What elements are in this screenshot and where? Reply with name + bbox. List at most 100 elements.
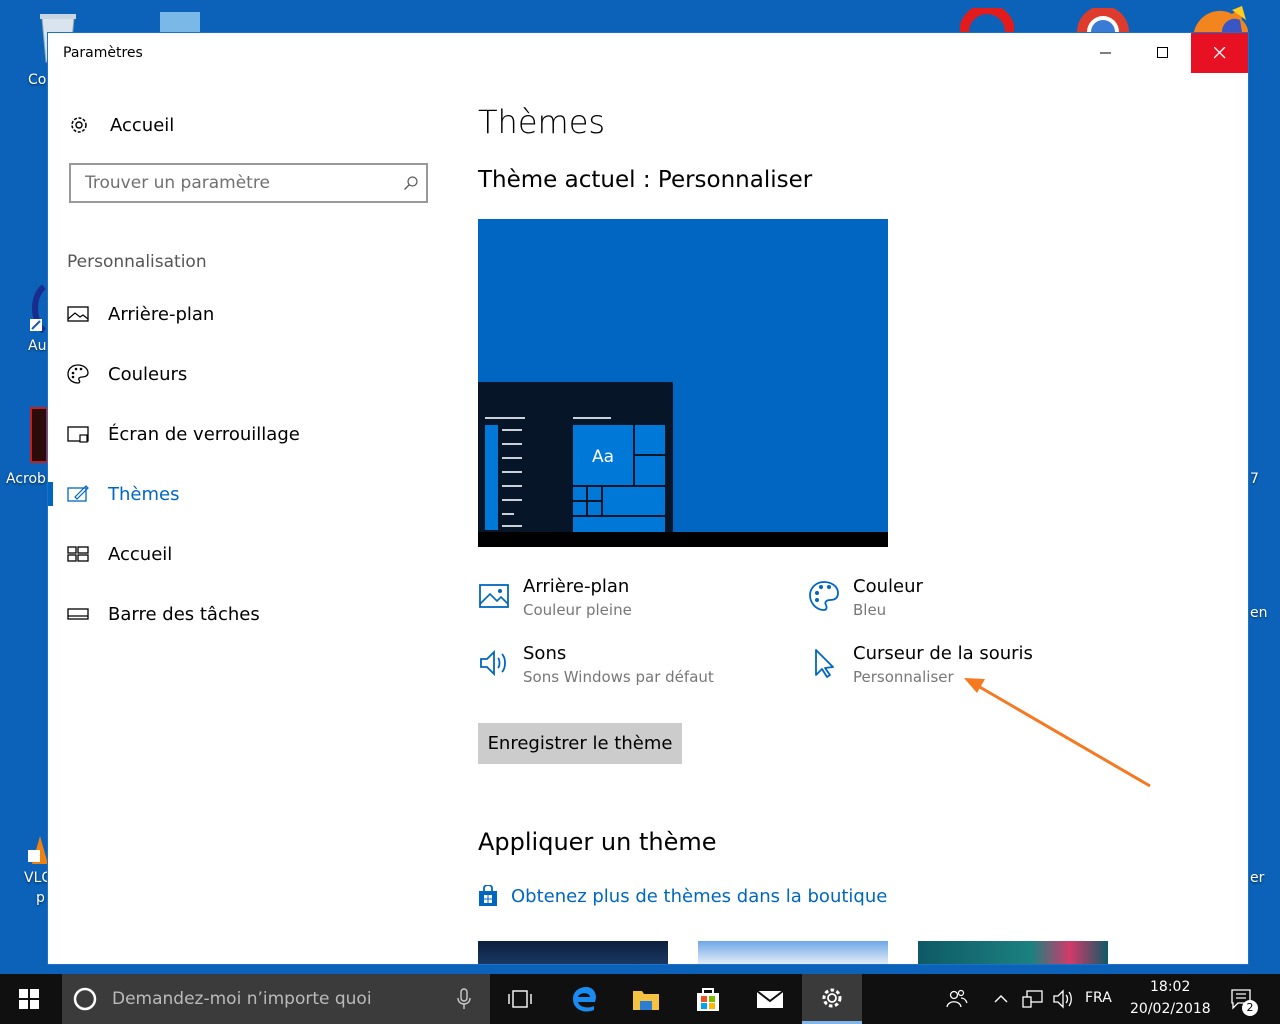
option-couleur[interactable]: Couleur Bleu	[808, 576, 1108, 626]
sidebar-item-ecran-de-verrouillage[interactable]: Écran de verrouillage	[48, 414, 448, 454]
minimize-button[interactable]	[1077, 33, 1134, 73]
chevron-up-icon	[994, 995, 1008, 1003]
store-link-label: Obtenez plus de thèmes dans la boutique	[511, 885, 888, 907]
desktop-label-fragment: Co	[28, 72, 47, 88]
minimize-icon	[1099, 52, 1111, 54]
cortana-icon	[73, 987, 97, 1011]
vlc-icon[interactable]	[28, 836, 48, 866]
palette-icon	[67, 364, 89, 384]
cursor-icon	[815, 649, 834, 678]
theme-thumbnail-3[interactable]	[918, 941, 1108, 964]
speaker-icon	[1053, 989, 1072, 1009]
theme-thumbnail-1[interactable]	[478, 941, 668, 964]
sidebar-item-barre-des-taches[interactable]: Barre des tâches	[48, 594, 448, 634]
page-title: Thèmes	[478, 103, 606, 141]
image-icon	[67, 306, 89, 322]
start-icon	[67, 546, 89, 562]
show-hidden-icons-button[interactable]	[988, 974, 1014, 1024]
lock-screen-icon	[67, 426, 89, 443]
people-button[interactable]	[942, 974, 972, 1024]
close-icon	[1213, 47, 1225, 59]
theme-preview: Aa	[478, 219, 888, 547]
folder-icon[interactable]	[160, 12, 200, 34]
title-bar[interactable]: Paramètres	[48, 33, 1248, 73]
sidebar-item-themes[interactable]: Thèmes	[48, 474, 448, 514]
option-title: Sons	[523, 643, 567, 664]
mail-button[interactable]	[742, 974, 798, 1024]
save-theme-button[interactable]: Enregistrer le thème	[478, 723, 682, 764]
acrobat-icon[interactable]	[30, 407, 48, 463]
maximize-button[interactable]	[1134, 33, 1191, 73]
audio-app-icon[interactable]	[30, 284, 48, 334]
nav-home[interactable]: Accueil	[68, 113, 268, 137]
network-button[interactable]	[1018, 974, 1048, 1024]
preview-start-menu: Aa	[478, 382, 673, 534]
settings-window: Paramètres Accueil Personnalisation Arri…	[47, 32, 1249, 965]
desktop-label-fragment: er	[1250, 870, 1265, 886]
sidebar-item-label: Arrière-plan	[108, 303, 215, 325]
current-theme-heading: Thème actuel : Personnaliser	[478, 167, 813, 193]
people-icon	[946, 989, 968, 1008]
settings-taskbar-button[interactable]	[802, 974, 862, 1024]
network-icon	[1022, 990, 1043, 1008]
option-subtitle: Personnaliser	[853, 668, 954, 686]
edge-button[interactable]	[556, 974, 612, 1024]
gear-icon	[822, 988, 842, 1007]
clock-date[interactable]: 20/02/2018	[1130, 1001, 1211, 1017]
chrome-icon[interactable]	[1075, 6, 1131, 32]
folder-icon	[633, 991, 659, 1010]
sidebar-item-arriere-plan[interactable]: Arrière-plan	[48, 294, 448, 334]
action-center-button[interactable]: 2	[1222, 974, 1262, 1024]
nav-home-label: Accueil	[110, 114, 175, 136]
option-sons[interactable]: Sons Sons Windows par défaut	[478, 643, 778, 693]
store-icon	[479, 885, 497, 906]
store-link[interactable]: Obtenez plus de thèmes dans la boutique	[478, 883, 887, 909]
clock-time[interactable]: 18:02	[1150, 979, 1190, 995]
cortana-search-text: Demandez-moi n’importe quoi	[112, 989, 372, 1009]
edge-icon	[573, 987, 596, 1012]
cortana-search-box[interactable]: Demandez-moi n’importe quoi	[62, 974, 490, 1024]
theme-thumbnail-2[interactable]	[698, 941, 888, 964]
language-indicator[interactable]: FRA	[1085, 990, 1112, 1006]
search-input[interactable]	[71, 165, 396, 201]
preview-sample-text: Aa	[592, 447, 615, 467]
task-view-button[interactable]	[494, 974, 546, 1024]
search-icon[interactable]	[396, 175, 426, 191]
sidebar-item-label: Accueil	[108, 543, 173, 565]
option-arriere-plan[interactable]: Arrière-plan Couleur pleine	[478, 576, 778, 626]
sidebar-item-label: Barre des tâches	[108, 603, 260, 625]
option-title: Arrière-plan	[523, 576, 630, 597]
preview-start-tiles	[485, 417, 665, 532]
palette-icon	[809, 581, 839, 611]
file-explorer-button[interactable]	[618, 974, 674, 1024]
themes-icon	[67, 485, 89, 502]
start-button[interactable]	[0, 974, 58, 1024]
mail-icon	[756, 990, 784, 1008]
gear-icon	[71, 117, 87, 133]
sidebar-item-label: Couleurs	[108, 363, 188, 385]
taskbar: Demandez-moi n’importe quoi FRA 18:02 20…	[0, 974, 1280, 1024]
option-curseur-souris[interactable]: Curseur de la souris Personnaliser	[808, 643, 1108, 693]
sidebar-item-label: Écran de verrouillage	[108, 423, 300, 445]
taskbar-icon	[67, 608, 89, 620]
sidebar-item-label: Thèmes	[108, 483, 180, 505]
settings-search-box[interactable]	[69, 163, 428, 203]
sidebar-item-couleurs[interactable]: Couleurs	[48, 354, 448, 394]
desktop-label-fragment: en	[1250, 605, 1268, 621]
windows-logo-icon	[19, 989, 39, 1009]
option-title: Curseur de la souris	[853, 643, 1033, 664]
opera-icon[interactable]	[959, 4, 1015, 33]
desktop-label-fragment: 7	[1250, 471, 1259, 487]
close-button[interactable]	[1191, 33, 1248, 73]
maximize-icon	[1156, 47, 1168, 58]
firefox-icon[interactable]	[1192, 6, 1248, 32]
volume-button[interactable]	[1050, 974, 1076, 1024]
sidebar-item-accueil[interactable]: Accueil	[48, 534, 448, 574]
active-indicator	[48, 482, 53, 506]
store-button[interactable]	[680, 974, 736, 1024]
desktop-label-fragment: p	[36, 890, 45, 906]
window-title: Paramètres	[63, 45, 143, 61]
store-bag-icon	[697, 988, 719, 1011]
microphone-icon[interactable]	[457, 988, 471, 1010]
desktop-label-fragment: Acrob	[6, 471, 46, 487]
